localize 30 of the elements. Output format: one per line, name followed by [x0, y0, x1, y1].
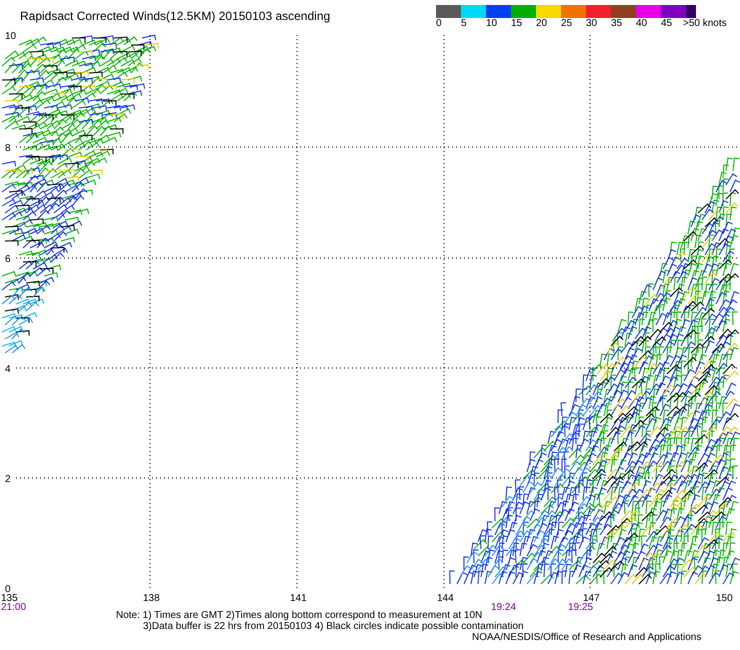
latitude-label: 6 [5, 254, 11, 265]
credit-text: NOAA/NESDIS/Office of Research and Applications [471, 632, 702, 643]
note-text: 3)Data buffer is 22 hrs from 20150103 4) Black circles indicate possible contamination [142, 621, 525, 632]
scale-label: 15 [511, 18, 524, 30]
scale-label: 25 [561, 18, 574, 30]
latitude-label: 8 [5, 143, 11, 154]
scale-label: 45 [661, 18, 674, 30]
longitude-label: 144 [437, 593, 454, 604]
longitude-label: 135 [1, 593, 18, 604]
scale-label: 0 [436, 18, 443, 30]
scale-label: 35 [611, 18, 624, 30]
latitude-label: 0 [5, 584, 11, 595]
latitude-label: 10 [5, 31, 16, 42]
longitude-label: 150 [716, 593, 733, 604]
scale-label: >50 knots [683, 18, 727, 30]
time-label: 19:25 [568, 602, 594, 612]
time-label: 21:00 [1, 602, 26, 612]
chart-title: Rapidsact Corrected Winds(12.5KM) 20150103 ascending [19, 8, 330, 23]
time-label: 19:24 [491, 602, 516, 612]
longitude-label: 147 [583, 593, 600, 604]
scale-label: 40 [636, 18, 648, 30]
latitude-label: 4 [5, 364, 11, 375]
scale-label: 20 [536, 18, 548, 30]
scale-label: 30 [586, 18, 598, 30]
scale-label: 5 [461, 18, 468, 30]
note-text: Note: 1) Times are GMT 2)Times along bottom correspond to measurement at 10N [115, 610, 484, 621]
scale-label: 10 [486, 18, 498, 30]
latitude-label: 2 [5, 474, 11, 485]
longitude-label: 138 [143, 593, 160, 604]
longitude-label: 141 [290, 593, 307, 604]
